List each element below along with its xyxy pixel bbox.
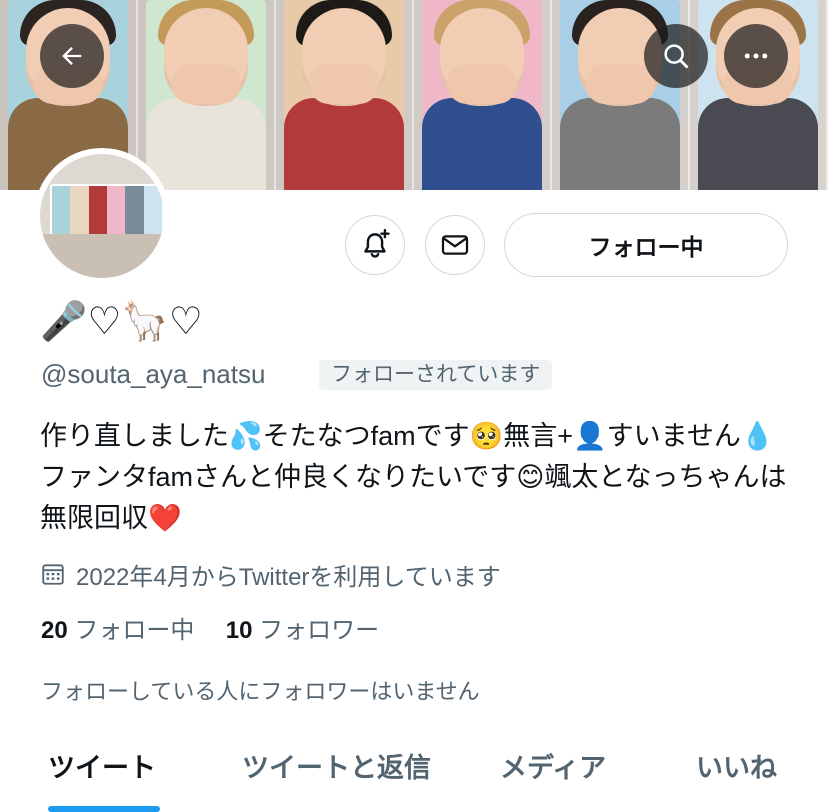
following-count: 20 xyxy=(41,617,68,644)
tab-tweets[interactable]: ツイート xyxy=(48,746,156,785)
search-button[interactable] xyxy=(644,24,708,88)
message-button[interactable] xyxy=(425,215,485,275)
follows-you-badge: フォローされています xyxy=(319,360,553,390)
mail-icon xyxy=(441,235,469,255)
more-button[interactable] xyxy=(724,24,788,88)
profile-tabs: ツイート ツイートと返信 メディア いいね xyxy=(0,736,828,812)
follow-counts: 20 フォロー中 10 フォロワー xyxy=(41,614,379,648)
followers-count: 10 xyxy=(225,617,253,644)
joined-date: 2022年4月からTwitterを利用しています xyxy=(76,563,501,591)
bell-plus-icon xyxy=(364,228,390,258)
back-button[interactable] xyxy=(40,24,104,88)
calendar-icon xyxy=(42,564,64,585)
search-icon xyxy=(664,44,689,69)
more-horizontal-icon xyxy=(744,53,768,59)
following-label: フォロー中 xyxy=(74,617,195,644)
avatar[interactable] xyxy=(34,148,170,284)
avatar-photo xyxy=(40,154,164,278)
user-handle: @souta_aya_natsu xyxy=(41,359,266,389)
tab-tweets-and-replies[interactable]: ツイートと返信 xyxy=(242,746,431,785)
followers-link[interactable]: 10 フォロワー xyxy=(226,617,379,644)
arrow-left-icon xyxy=(62,47,82,65)
following-button[interactable]: フォロー中 xyxy=(504,213,788,277)
followers-label: フォロワー xyxy=(259,617,380,644)
tab-likes[interactable]: いいね xyxy=(696,746,777,785)
joined-date-row: 2022年4月からTwitterを利用しています xyxy=(40,556,501,592)
following-link[interactable]: 20 フォロー中 xyxy=(41,617,201,644)
followers-you-know-note: フォローしている人にフォロワーはいません xyxy=(41,679,480,704)
notify-button[interactable] xyxy=(345,215,405,275)
profile-bio: 作り直しました💦そたなつfamです🥺無言+👤すいません💧ファンタfamさんと仲良… xyxy=(40,421,787,533)
active-tab-indicator xyxy=(48,806,160,812)
display-name: 🎤♡🦙♡ xyxy=(40,301,203,343)
tab-media[interactable]: メディア xyxy=(500,746,606,785)
